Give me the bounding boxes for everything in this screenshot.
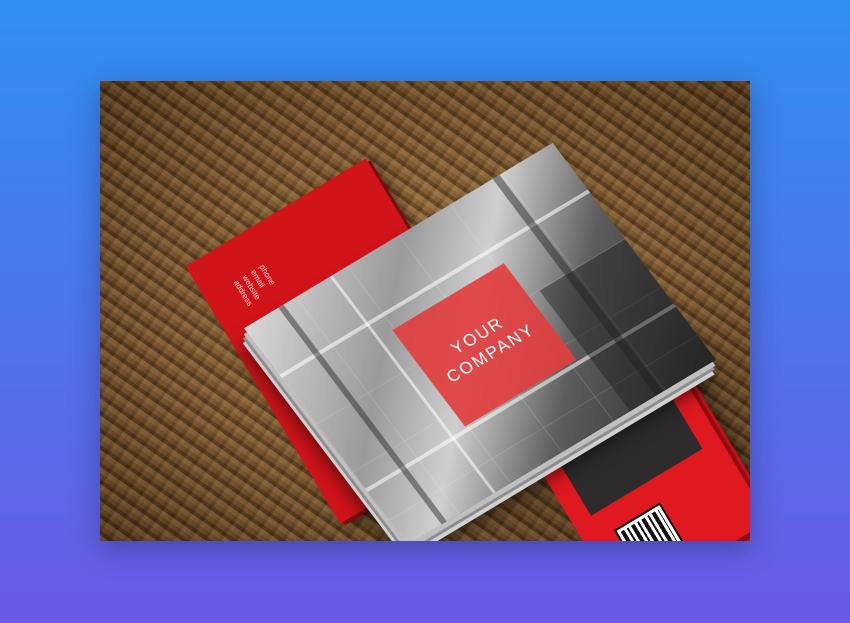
qr-code-icon [613,502,688,541]
burlap-photo: phone email website address YOUR COMPANY [100,81,750,541]
